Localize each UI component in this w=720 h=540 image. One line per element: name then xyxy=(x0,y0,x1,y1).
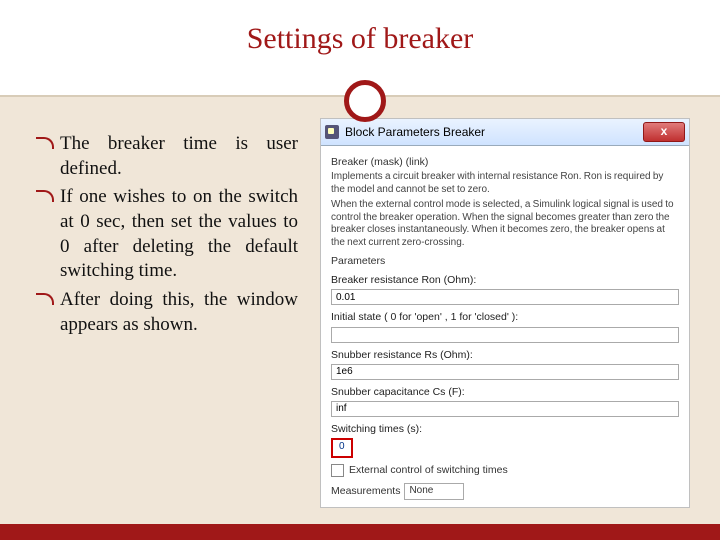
dialog-heading: Breaker (mask) (link) xyxy=(331,156,679,169)
ring-decoration xyxy=(344,80,386,122)
dialog-description: When the external control mode is select… xyxy=(331,199,679,249)
measurements-select[interactable]: None xyxy=(404,483,464,500)
dialog-body: Breaker (mask) (link) Implements a circu… xyxy=(321,146,689,508)
measurements-row: Measurements None xyxy=(331,483,679,500)
external-control-label: External control of switching times xyxy=(349,464,508,477)
dialog-titlebar: Block Parameters Breaker x xyxy=(321,119,689,146)
bullet-list: The breaker time is user defined. If one… xyxy=(36,132,298,342)
cs-input[interactable] xyxy=(331,401,679,417)
switching-input-wrapper: 0 xyxy=(331,436,679,458)
dialog-window: Block Parameters Breaker x Breaker (mask… xyxy=(320,118,690,508)
rs-input[interactable] xyxy=(331,364,679,380)
cs-label: Snubber capacitance Cs (F): xyxy=(331,386,679,399)
bullet-text: After doing this, the window appears as … xyxy=(60,289,298,335)
switching-input[interactable]: 0 xyxy=(331,438,353,458)
measurements-label: Measurements xyxy=(331,485,400,498)
list-item: If one wishes to on the switch at 0 sec,… xyxy=(36,185,298,284)
bullet-text: The breaker time is user defined. xyxy=(60,133,298,179)
bullet-icon xyxy=(36,293,54,305)
app-icon xyxy=(325,125,339,139)
ron-label: Breaker resistance Ron (Ohm): xyxy=(331,274,679,287)
parameters-header: Parameters xyxy=(331,255,679,268)
ron-input[interactable] xyxy=(331,289,679,305)
footer-bar xyxy=(0,524,720,540)
checkbox-icon[interactable] xyxy=(331,464,344,477)
bullet-icon xyxy=(36,190,54,202)
rs-label: Snubber resistance Rs (Ohm): xyxy=(331,349,679,362)
slide: Settings of breaker The breaker time is … xyxy=(0,0,720,540)
list-item: After doing this, the window appears as … xyxy=(36,288,298,337)
external-control-row[interactable]: External control of switching times xyxy=(331,464,679,477)
initial-state-input[interactable] xyxy=(331,327,679,343)
switching-label: Switching times (s): xyxy=(331,423,679,436)
bullet-icon xyxy=(36,137,54,149)
page-title: Settings of breaker xyxy=(0,0,720,56)
dialog-title: Block Parameters Breaker xyxy=(345,125,643,139)
bullet-text: If one wishes to on the switch at 0 sec,… xyxy=(60,186,298,281)
initial-state-label: Initial state ( 0 for 'open' , 1 for 'cl… xyxy=(331,311,679,324)
close-button[interactable]: x xyxy=(643,122,685,142)
list-item: The breaker time is user defined. xyxy=(36,132,298,181)
dialog-description: Implements a circuit breaker with intern… xyxy=(331,171,679,196)
